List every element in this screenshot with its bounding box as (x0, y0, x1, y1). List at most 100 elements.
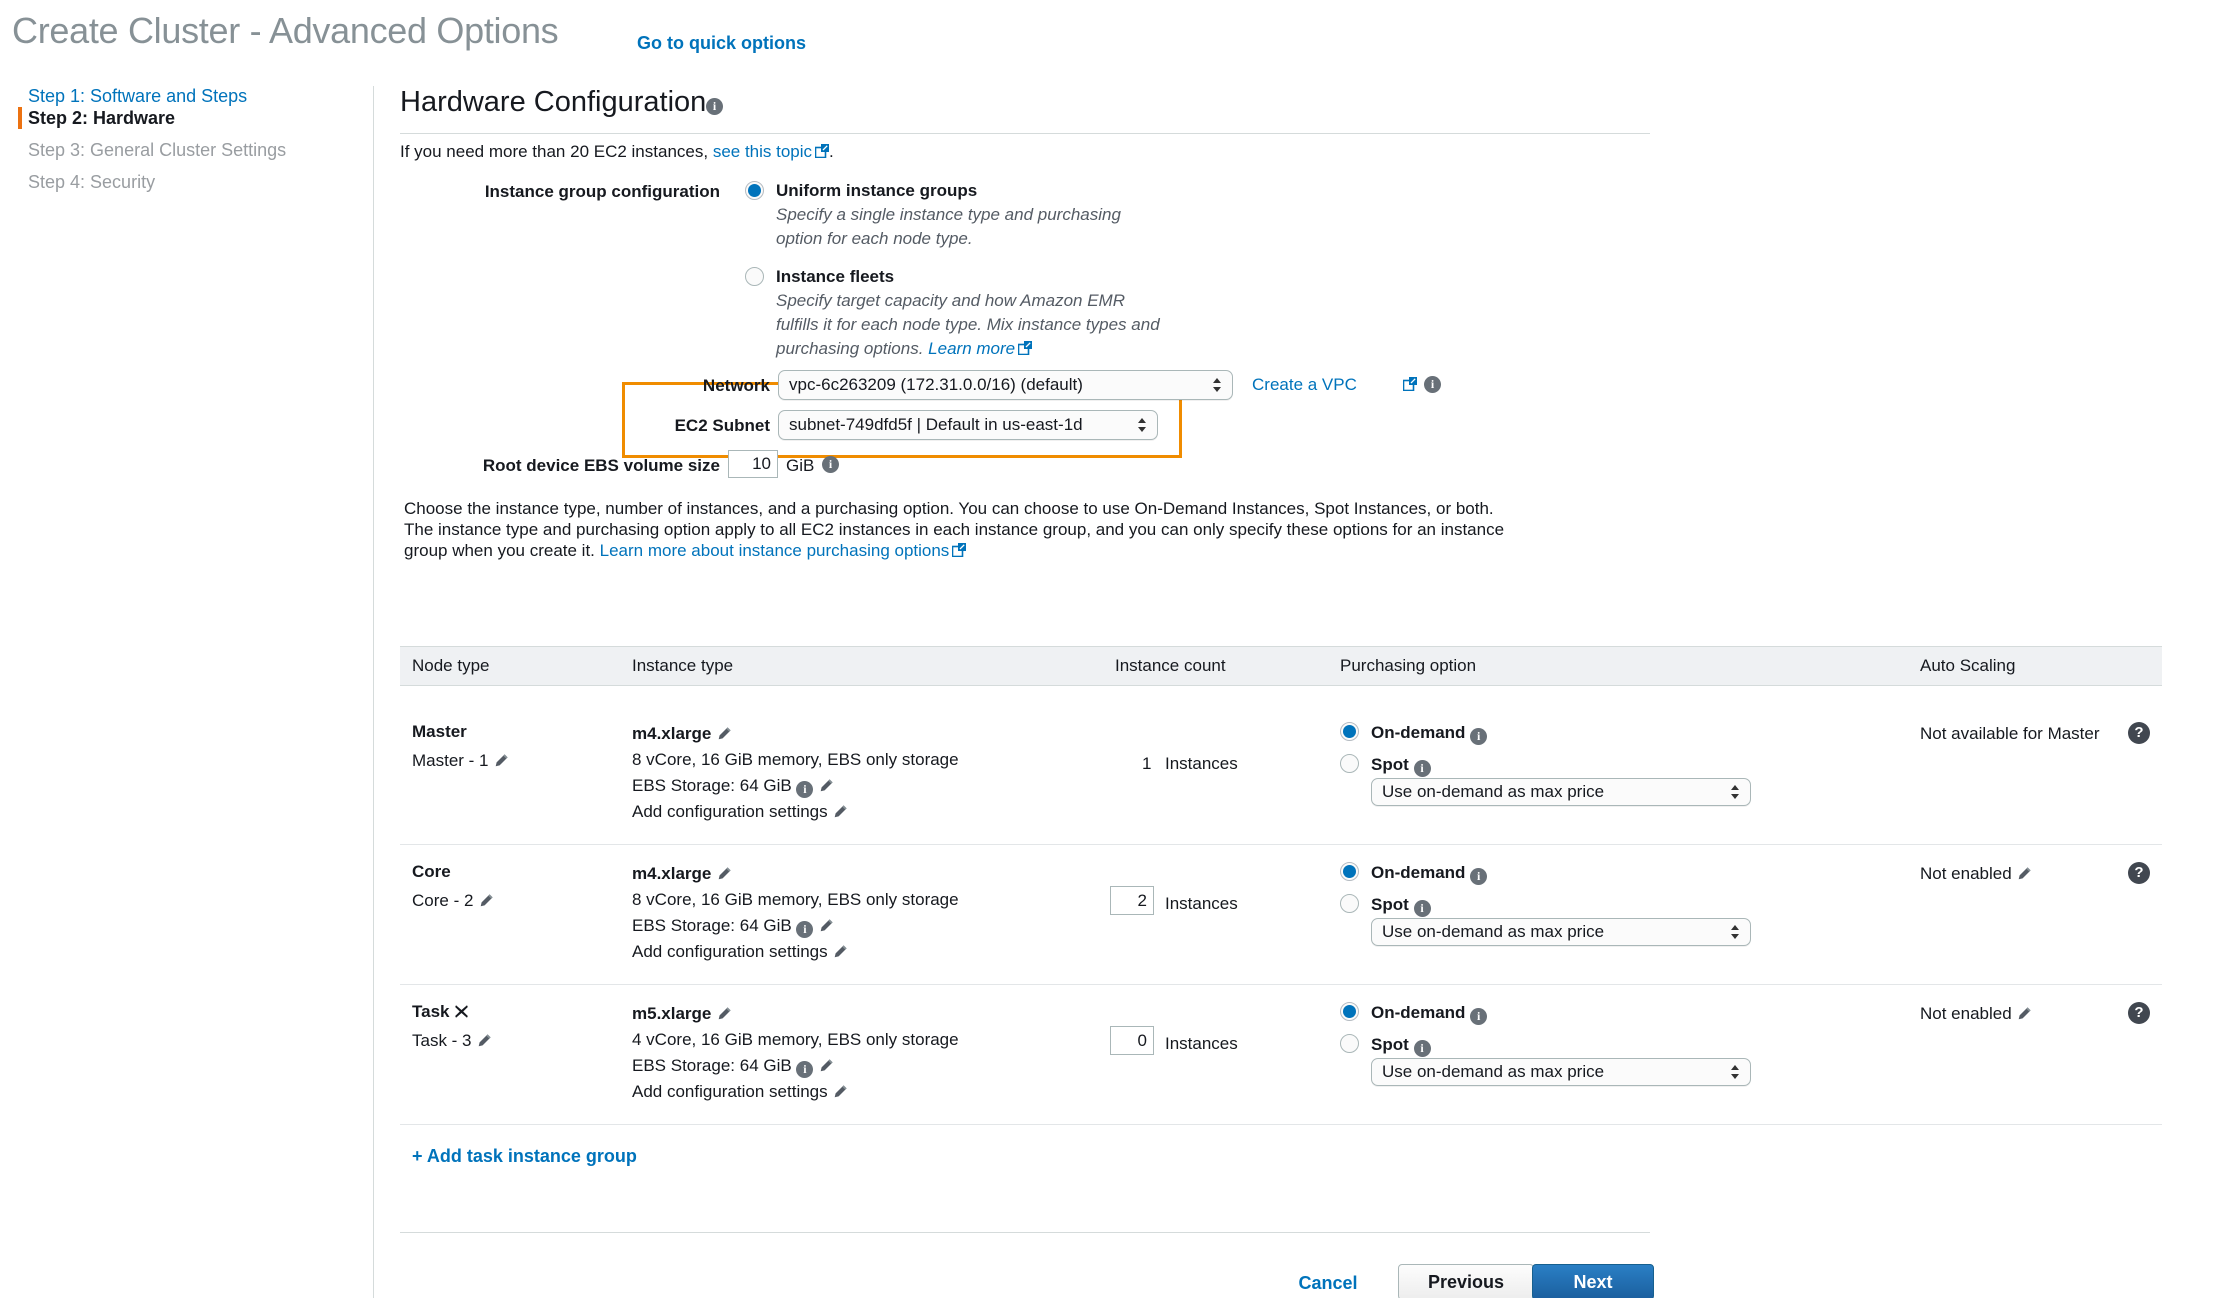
edit-pencil-icon[interactable] (493, 753, 509, 769)
node-group-name: Master - 1 (412, 751, 509, 771)
instance-type-text: m4.xlarge (632, 864, 712, 883)
spot-max-price-value: Use on-demand as max price (1382, 1062, 1605, 1081)
cancel-button[interactable]: Cancel (1283, 1268, 1373, 1298)
previous-button[interactable]: Previous (1398, 1264, 1534, 1298)
auto-scaling-status: Not available for Master (1920, 724, 2100, 743)
on-demand-radio[interactable] (1340, 722, 1359, 741)
spot-label: Spot i (1371, 1035, 1431, 1057)
network-select-value: vpc-6c263209 (172.31.0.0/16) (default) (789, 375, 1083, 394)
network-select[interactable]: vpc-6c263209 (172.31.0.0/16) (default) (778, 370, 1233, 400)
instance-specs: 4 vCore, 16 GiB memory, EBS only storage (632, 1030, 959, 1049)
spot-radio[interactable] (1340, 1034, 1359, 1053)
sidebar-item-step-3[interactable]: Step 3: General Cluster Settings (28, 140, 286, 161)
section-title: Hardware Configuration (400, 86, 707, 118)
spot-radio[interactable] (1340, 894, 1359, 913)
instance-fleets-radio[interactable] (745, 267, 764, 286)
sidebar-item-step-1[interactable]: Step 1: Software and Steps (28, 86, 247, 107)
see-this-topic-link[interactable]: see this topic (713, 142, 812, 161)
edit-pencil-icon[interactable] (2016, 866, 2032, 882)
sidebar-item-step-2[interactable]: Step 2: Hardware (28, 108, 175, 129)
edit-pencil-icon[interactable] (832, 1084, 848, 1100)
spot-max-price-select[interactable]: Use on-demand as max price (1371, 918, 1751, 946)
add-configuration-settings[interactable]: Add configuration settings (632, 1082, 848, 1102)
instance-count-input[interactable]: 2 (1110, 886, 1154, 915)
on-demand-info-icon[interactable]: i (1470, 728, 1488, 745)
edit-pencil-icon[interactable] (832, 944, 848, 960)
edit-pencil-icon[interactable] (716, 1006, 732, 1022)
node-type-text: Task (412, 1002, 450, 1021)
edit-pencil-icon[interactable] (2016, 1006, 2032, 1022)
network-info-icon[interactable]: i (1424, 376, 1441, 393)
edit-pencil-icon[interactable] (818, 1058, 834, 1074)
instance-fleets-desc-line1: Specify target capacity and how Amazon E… (776, 291, 1125, 310)
instance-count-input[interactable]: 0 (1110, 1026, 1154, 1055)
root-device-ebs-volume-size-info-icon[interactable]: i (822, 456, 839, 473)
remove-instance-group-icon[interactable] (454, 1004, 469, 1019)
edit-pencil-icon[interactable] (716, 866, 732, 882)
instance-fleets-learn-more-link[interactable]: Learn more (928, 339, 1015, 358)
instance-type-name: m5.xlarge (632, 1004, 732, 1024)
spot-max-price-select[interactable]: Use on-demand as max price (1371, 778, 1751, 806)
instance-count-unit: Instances (1165, 894, 1238, 913)
spot-info-icon[interactable]: i (1413, 760, 1431, 777)
on-demand-radio[interactable] (1340, 862, 1359, 881)
on-demand-radio[interactable] (1340, 1002, 1359, 1021)
edit-pencil-icon[interactable] (832, 804, 848, 820)
sidebar-divider (373, 86, 374, 1298)
next-button[interactable]: Next (1532, 1264, 1654, 1298)
spot-max-price-select[interactable]: Use on-demand as max price (1371, 1058, 1751, 1086)
learn-more-purchasing-options-link[interactable]: Learn more about instance purchasing opt… (600, 541, 950, 560)
instance-type-name: m4.xlarge (632, 724, 732, 744)
add-configuration-settings[interactable]: Add configuration settings (632, 942, 848, 962)
node-group-name: Core - 2 (412, 891, 494, 911)
edit-pencil-icon[interactable] (478, 893, 494, 909)
ec2-subnet-select[interactable]: subnet-749dfd5f | Default in us-east-1d (778, 410, 1158, 440)
add-task-instance-group-link[interactable]: + Add task instance group (412, 1146, 637, 1167)
edit-pencil-icon[interactable] (818, 918, 834, 934)
ebs-storage-label: EBS Storage: (632, 1056, 736, 1075)
spot-info-icon[interactable]: i (1413, 1040, 1431, 1057)
instance-fleets-desc-line3-text: purchasing options. (776, 339, 924, 358)
add-configuration-settings[interactable]: Add configuration settings (632, 802, 848, 822)
network-label: Network (702, 376, 770, 395)
spot-label-text: Spot (1371, 895, 1409, 914)
add-configuration-settings-label: Add configuration settings (632, 942, 828, 961)
create-a-vpc-link[interactable]: Create a VPC (1252, 375, 1357, 395)
spot-radio[interactable] (1340, 754, 1359, 773)
chevron-updown-icon (1730, 1063, 1740, 1081)
instance-fleets-desc-line2: fulfills it for each node type. Mix inst… (776, 315, 1160, 334)
spot-label: Spot i (1371, 895, 1431, 917)
column-header-node-type: Node type (412, 656, 490, 675)
spot-label-text: Spot (1371, 755, 1409, 774)
help-question-icon[interactable]: ? (2128, 862, 2150, 884)
hardware-configuration-info-icon[interactable]: i (706, 98, 723, 115)
instance-count-value: 2 (1137, 890, 1147, 910)
edit-pencil-icon[interactable] (476, 1033, 492, 1049)
instance-specs: 8 vCore, 16 GiB memory, EBS only storage (632, 890, 959, 909)
auto-scaling-status-text: Not enabled (1920, 864, 2012, 883)
ebs-storage-info-icon[interactable]: i (796, 921, 814, 938)
uniform-instance-groups-radio[interactable] (745, 181, 764, 200)
uniform-instance-groups-label: Uniform instance groups (776, 181, 978, 200)
on-demand-info-icon[interactable]: i (1470, 1008, 1488, 1025)
instance-count-unit: Instances (1165, 754, 1238, 773)
spot-info-icon[interactable]: i (1413, 900, 1431, 917)
help-question-icon[interactable]: ? (2128, 722, 2150, 744)
help-question-icon[interactable]: ? (2128, 1002, 2150, 1024)
on-demand-info-icon[interactable]: i (1470, 868, 1488, 885)
external-link-icon (1403, 377, 1417, 391)
go-to-quick-options-link[interactable]: Go to quick options (637, 33, 806, 54)
purchasing-options-paragraph: Choose the instance type, number of inst… (404, 498, 1504, 561)
ebs-storage-info-icon[interactable]: i (796, 1061, 814, 1078)
footer-divider (400, 1232, 1650, 1233)
ebs-storage: EBS Storage: 64 GiB i (632, 1056, 834, 1078)
edit-pencil-icon[interactable] (716, 726, 732, 742)
edit-pencil-icon[interactable] (818, 778, 834, 794)
sidebar-item-step-4[interactable]: Step 4: Security (28, 172, 155, 193)
root-device-ebs-volume-size-input[interactable]: 10 (728, 450, 778, 478)
ebs-storage: EBS Storage: 64 GiB i (632, 916, 834, 938)
on-demand-label: On-demand i (1371, 1003, 1488, 1025)
auto-scaling-status: Not enabled (1920, 864, 2032, 884)
ebs-storage-info-icon[interactable]: i (796, 781, 814, 798)
ec2-limit-hint-text: If you need more than 20 EC2 instances, (400, 142, 709, 161)
